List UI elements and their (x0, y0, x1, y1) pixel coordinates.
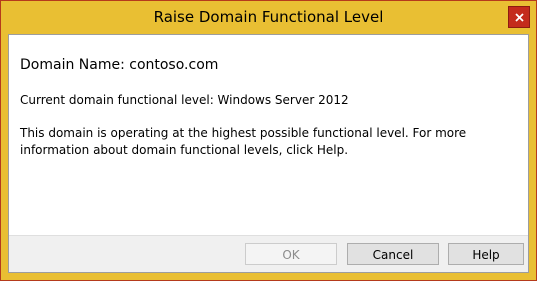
dialog-body: Domain Name: contoso.com Current domain … (8, 34, 529, 273)
current-functional-level-label: Current domain functional level: Windows… (20, 93, 349, 107)
title-bar[interactable]: Raise Domain Functional Level (1, 1, 536, 34)
domain-name-label: Domain Name: contoso.com (20, 57, 219, 73)
close-button[interactable] (508, 6, 530, 28)
info-message: This domain is operating at the highest … (20, 126, 467, 157)
dialog-window: Raise Domain Functional Level Domain Nam… (0, 0, 537, 281)
ok-button[interactable]: OK (245, 243, 337, 265)
cancel-button[interactable]: Cancel (347, 243, 439, 265)
close-icon (515, 13, 524, 22)
button-bar: OK Cancel Help (9, 235, 528, 272)
dialog-title: Raise Domain Functional Level (153, 8, 384, 26)
help-button[interactable]: Help (448, 243, 524, 265)
